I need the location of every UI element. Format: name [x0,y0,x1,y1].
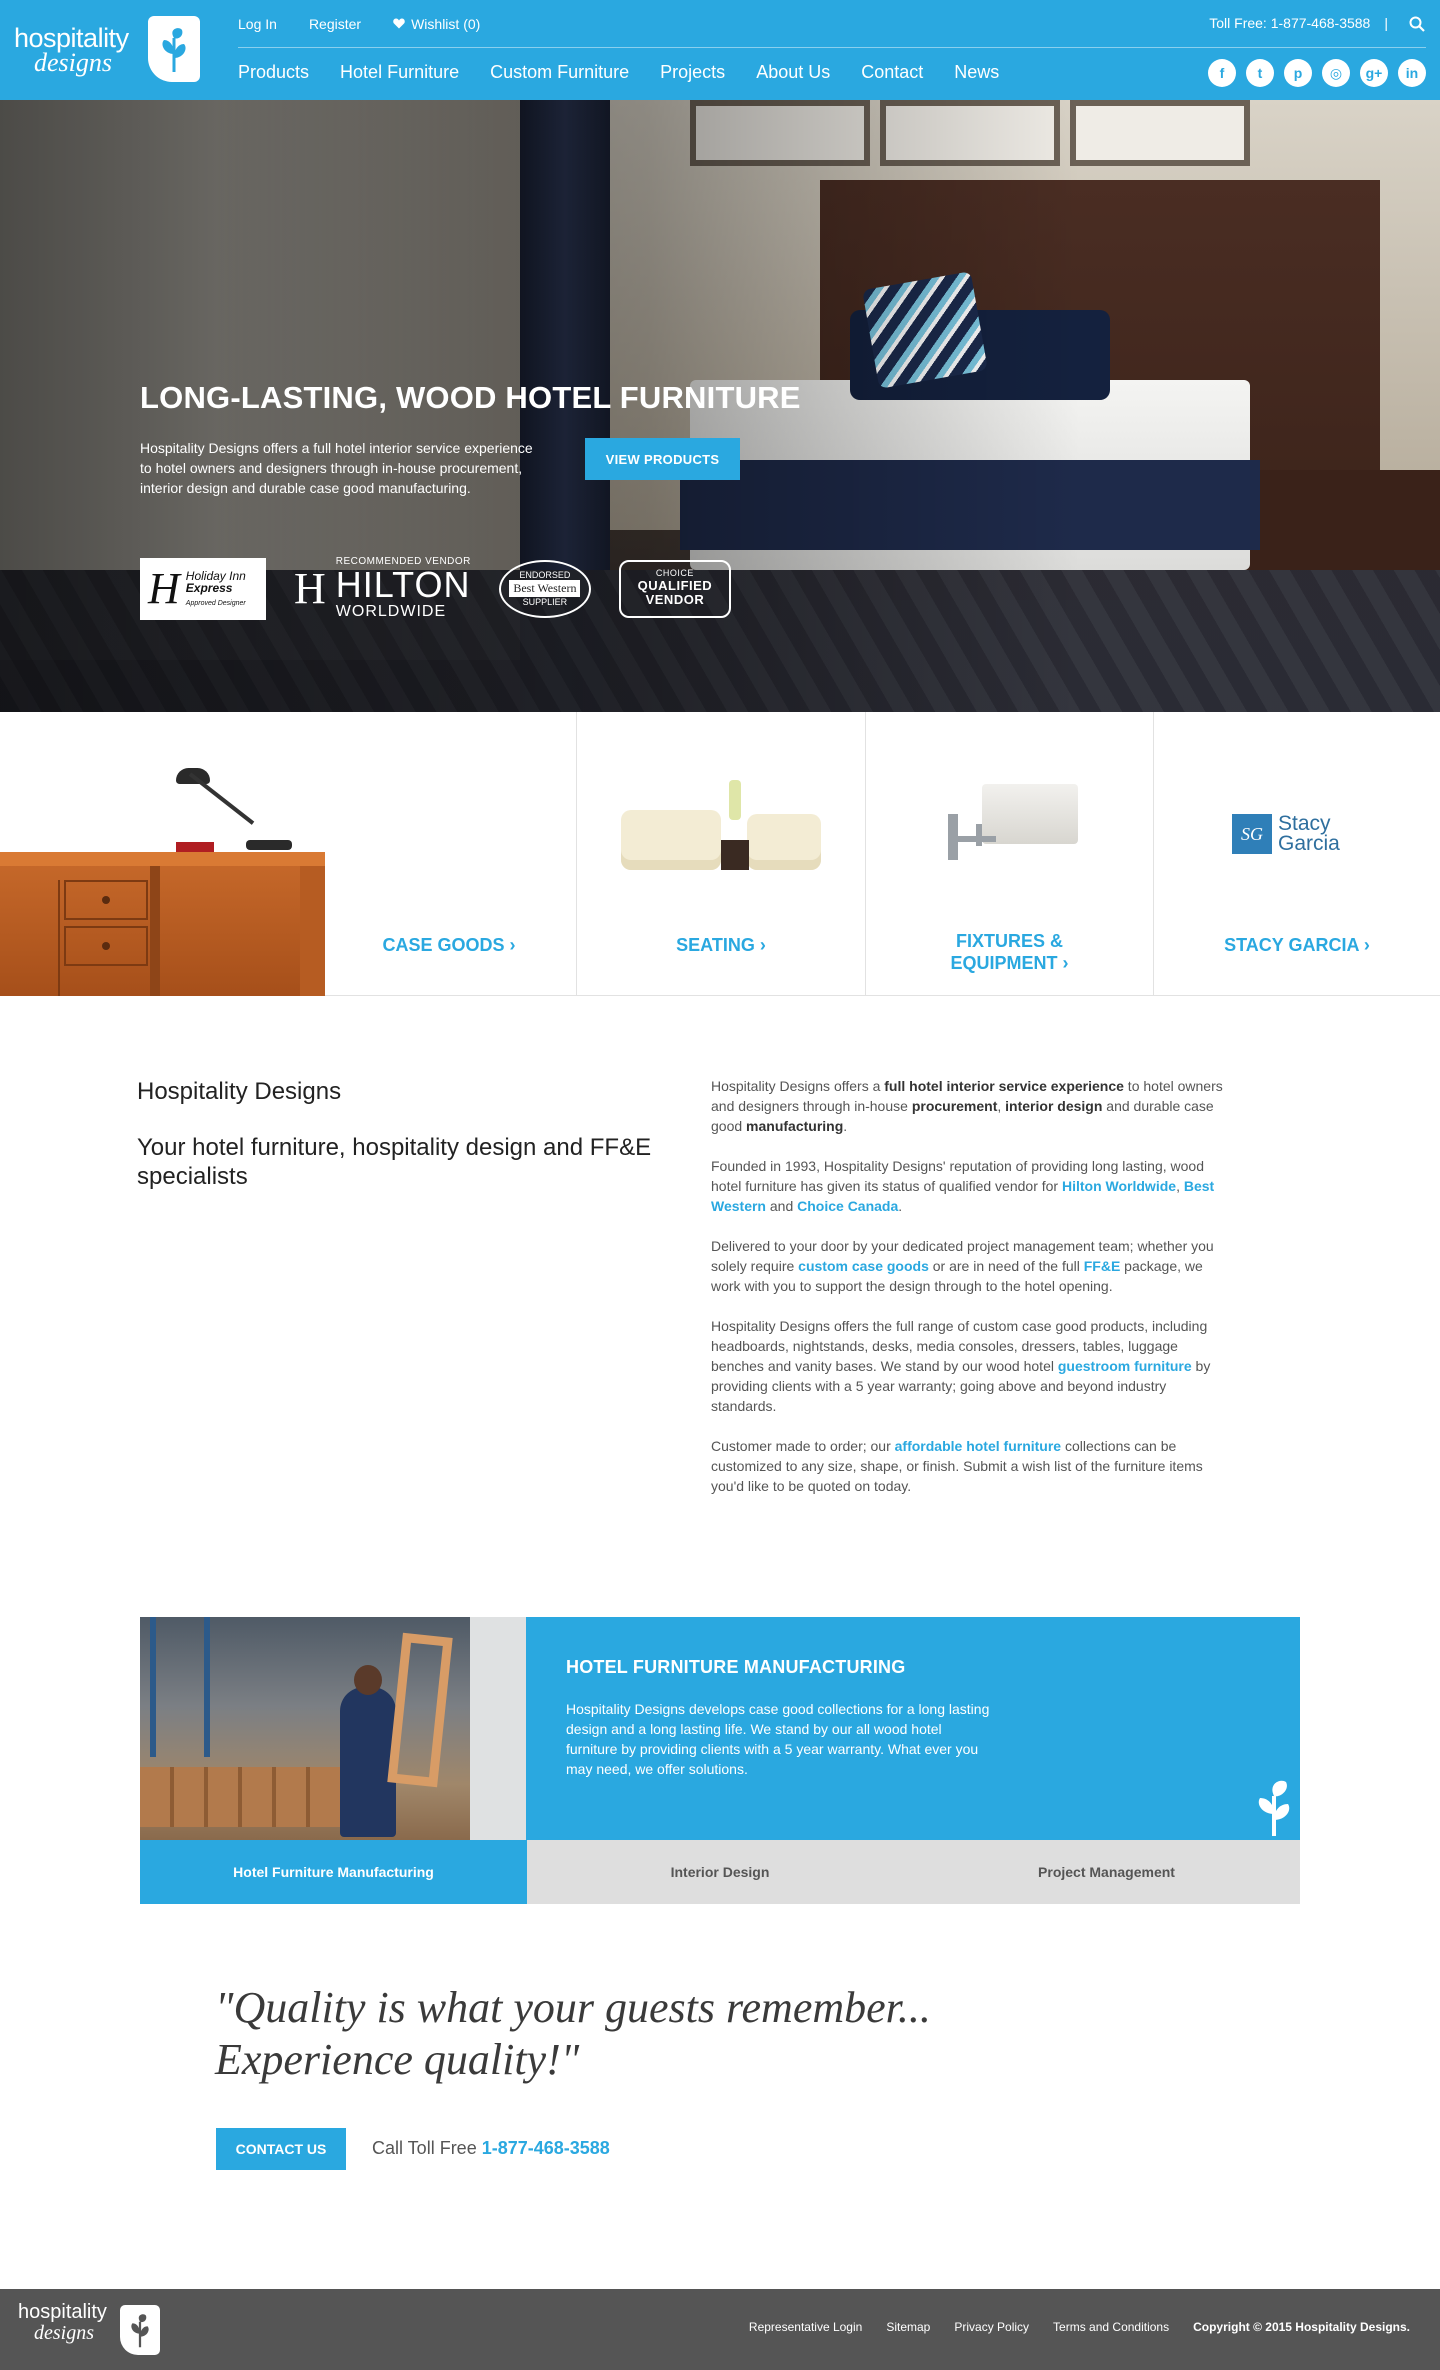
call-toll-free: Call Toll Free 1-877-468-3588 [372,2138,610,2159]
quality-quote: "Quality is what your guests remember...… [215,1982,1115,2086]
category-tiles: CASE GOODS › SEATING › FIXTURES & EQUIPM… [0,712,1440,996]
quote-line-2: Experience quality!" [215,2035,580,2084]
contact-us-button[interactable]: CONTACT US [216,2128,346,2170]
leaf-icon [1228,1748,1300,1840]
holiday-inn-express-badge: H Holiday Inn Express Approved Designer [140,557,266,620]
copyright: Copyright © 2015 Hospitality Designs. [1193,2320,1410,2334]
intro-subtitle: Your hotel furniture, hospitality design… [137,1134,652,1190]
phone-number-link[interactable]: 1-877-468-3588 [482,2138,610,2158]
linkedin-icon[interactable]: in [1398,59,1426,87]
intro-heading-block: Hospitality Designs Your hotel furniture… [137,1078,657,1191]
stacy-garcia-mark-icon: SG [1232,814,1272,854]
wishlist-label: Wishlist (0) [411,16,481,32]
tab-project-management[interactable]: Project Management [913,1840,1300,1904]
feature-tabs: Hotel Furniture Manufacturing Interior D… [140,1840,1300,1904]
wishlist-link[interactable]: Wishlist (0) [393,16,480,32]
terms-and-conditions-link[interactable]: Terms and Conditions [1053,2320,1169,2334]
nav-item-products[interactable]: Products [238,62,309,83]
services-feature: HOTEL FURNITURE MANUFACTURING Hospitalit… [140,1617,1300,1904]
leaf-logo-icon [148,16,200,82]
main-navigation: Products Hotel Furniture Custom Furnitur… [238,62,999,83]
category-seating[interactable]: SEATING › [576,712,865,996]
fixtures-label-line1: FIXTURES & [955,931,1063,951]
category-fixtures-equipment[interactable]: FIXTURES & EQUIPMENT › [865,712,1153,996]
pinterest-icon[interactable]: p [1284,59,1312,87]
chevron-right-icon: › [1057,953,1069,973]
hero-banner: LONG-LASTING, WOOD HOTEL FURNITURE Hospi… [0,100,1440,712]
toll-free-number: Toll Free: 1-877-468-3588 | [1209,15,1388,31]
manufacturing-photo [140,1617,526,1840]
heart-icon [393,16,405,32]
tab-interior-design[interactable]: Interior Design [527,1840,913,1904]
feature-panel: HOTEL FURNITURE MANUFACTURING Hospitalit… [526,1617,1300,1840]
chevron-right-icon: › [1363,935,1370,955]
site-footer: hospitality designs Representative Login… [0,2289,1440,2370]
nav-item-projects[interactable]: Projects [660,62,725,83]
stacy-garcia-logo: SG Stacy Garcia [1232,813,1340,854]
seating-image [621,780,821,890]
intro-title: Hospitality Designs [137,1078,342,1105]
site-logo[interactable]: hospitality designs [14,14,204,86]
login-link[interactable]: Log In [238,16,277,32]
intro-body: Hospitality Designs offers a full hotel … [711,1076,1231,1516]
choice-canada-link[interactable]: Choice Canada [797,1198,898,1214]
quote-line-1: "Quality is what your guests remember... [215,1983,931,2032]
footer-leaf-logo-icon [120,2305,160,2355]
chevron-right-icon: › [759,935,766,955]
intro-paragraph-2: Founded in 1993, Hospitality Designs' re… [711,1158,1215,1214]
nav-item-news[interactable]: News [954,62,999,83]
hilton-worldwide-badge: H RECOMMENDED VENDOR HILTON WORLDWIDE [294,556,471,620]
privacy-policy-link[interactable]: Privacy Policy [954,2320,1029,2334]
intro-paragraph-4: Hospitality Designs offers the full rang… [711,1318,1211,1414]
footer-links: Representative Login Sitemap Privacy Pol… [749,2320,1410,2334]
hero-description: Hospitality Designs offers a full hotel … [140,440,533,496]
nav-item-about-us[interactable]: About Us [756,62,830,83]
representative-login-link[interactable]: Representative Login [749,2320,862,2334]
view-products-button[interactable]: VIEW PRODUCTS [585,438,740,480]
category-stacy-garcia[interactable]: SG Stacy Garcia STACY GARCIA › [1153,712,1440,996]
seating-label: SEATING [676,935,755,955]
hero-title: LONG-LASTING, WOOD HOTEL FURNITURE [140,380,801,415]
site-header: hospitality designs Log In Register Wish… [0,0,1440,100]
nav-item-contact[interactable]: Contact [861,62,923,83]
category-case-goods[interactable]: CASE GOODS › [0,712,576,996]
nav-divider [238,47,1426,48]
search-icon[interactable] [1408,15,1426,33]
instagram-icon[interactable]: ◎ [1322,59,1350,87]
facebook-icon[interactable]: f [1208,59,1236,87]
call-label: Call Toll Free [372,2138,482,2158]
choice-qualified-vendor-badge: CHOICE QUALIFIED VENDOR [618,559,731,618]
twitter-icon[interactable]: t [1246,59,1274,87]
case-goods-label: CASE GOODS [382,935,505,955]
intro-paragraph-1: Hospitality Designs offers a full hotel … [711,1078,1223,1134]
vendor-badges: H Holiday Inn Express Approved Designer … [140,556,731,621]
desk-image [0,852,325,996]
feature-text: Hospitality Designs develops case good c… [566,1701,990,1777]
stacy-garcia-label: STACY GARCIA [1224,935,1359,955]
best-western-badge: ENDORSED Best Western SUPPLIER [498,559,591,618]
custom-case-goods-link[interactable]: custom case goods [798,1258,929,1274]
guestroom-furniture-link[interactable]: guestroom furniture [1058,1358,1192,1374]
tab-hotel-furniture-manufacturing[interactable]: Hotel Furniture Manufacturing [140,1840,527,1904]
intro-paragraph-3: Delivered to your door by your dedicated… [711,1238,1214,1294]
nav-item-hotel-furniture[interactable]: Hotel Furniture [340,62,459,83]
wall-lamp-image [948,784,1078,874]
logo-text-designs: designs [34,47,112,77]
google-plus-icon[interactable]: g+ [1360,59,1388,87]
ffe-link[interactable]: FF&E [1084,1258,1121,1274]
chevron-right-icon: › [509,935,516,955]
top-utility-bar: Log In Register Wishlist (0) [238,16,480,32]
header-separator: | [1384,15,1388,31]
hilton-worldwide-link[interactable]: Hilton Worldwide [1062,1178,1176,1194]
feature-title: HOTEL FURNITURE MANUFACTURING [566,1657,906,1677]
affordable-hotel-furniture-link[interactable]: affordable hotel furniture [895,1438,1061,1454]
toll-free-text: Toll Free: 1-877-468-3588 [1209,15,1371,31]
fixtures-label-line2: EQUIPMENT [950,953,1058,973]
social-links: f t p ◎ g+ in [1208,59,1426,87]
register-link[interactable]: Register [309,16,361,32]
intro-paragraph-5: Customer made to order; our affordable h… [711,1438,1203,1494]
sitemap-link[interactable]: Sitemap [886,2320,930,2334]
nav-item-custom-furniture[interactable]: Custom Furniture [490,62,629,83]
